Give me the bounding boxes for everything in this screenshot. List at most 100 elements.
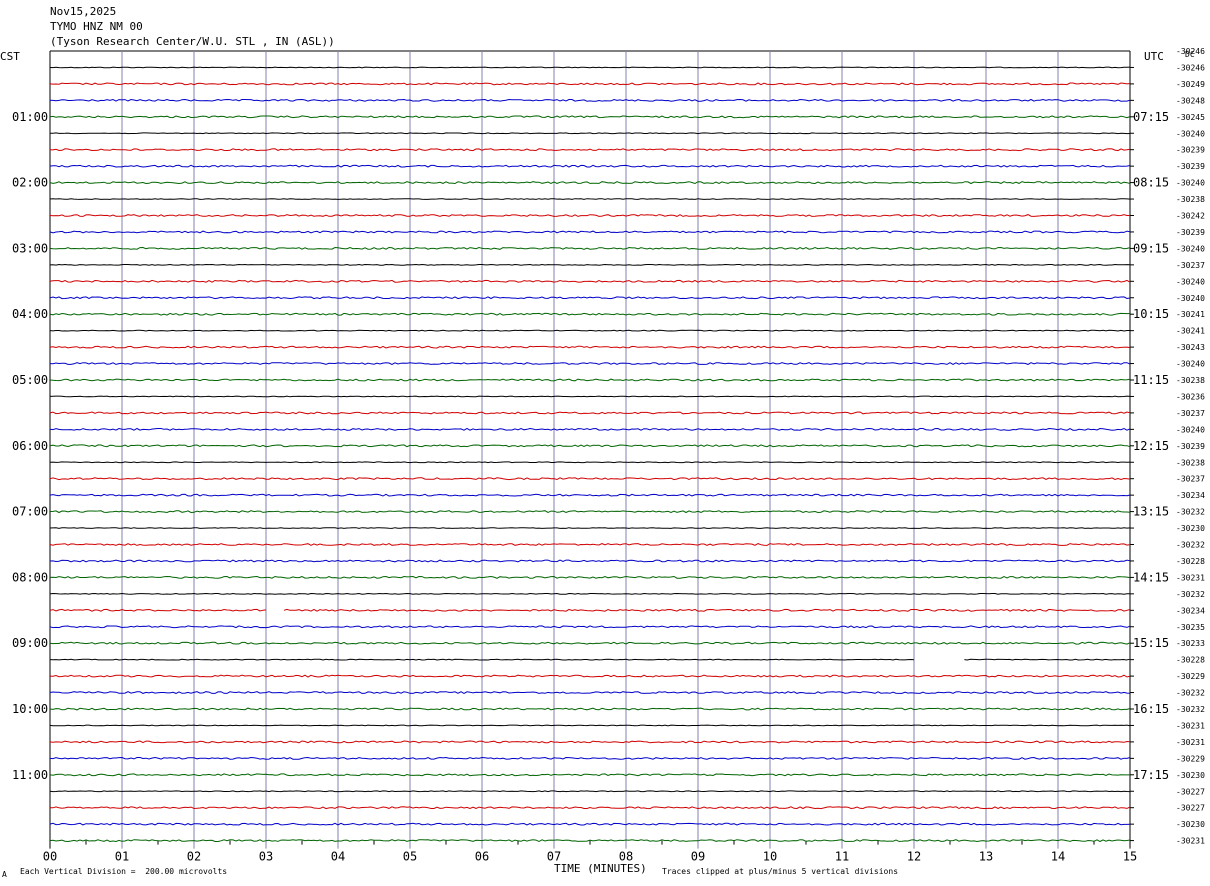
dc-offset-label: -30241	[1176, 327, 1205, 336]
dc-offset-label: -30230	[1176, 820, 1205, 829]
utc-hour-label: 07:15	[1133, 110, 1169, 124]
utc-hour-label: 14:15	[1133, 570, 1169, 584]
dc-offset-label: -30239	[1176, 146, 1205, 155]
seismic-trace	[49, 362, 1131, 365]
dc-offset-label: -30240	[1176, 179, 1205, 188]
x-axis-title: TIME (MINUTES)	[554, 862, 647, 875]
seismic-trace	[49, 198, 1131, 200]
seismic-trace	[49, 395, 1131, 398]
dc-offset-label: -30249	[1176, 80, 1205, 89]
seismic-trace	[49, 707, 1131, 711]
dc-offset-label: -30229	[1176, 754, 1205, 763]
dc-offset-label: -30239	[1176, 228, 1205, 237]
seismic-trace	[49, 740, 1131, 744]
seismic-trace	[49, 378, 1131, 382]
cst-hour-label: 09:00	[12, 636, 48, 650]
dc-offset-label: -30231	[1176, 837, 1205, 846]
dc-offset-label: -30232	[1176, 541, 1205, 550]
dc-offset-label: -30239	[1176, 162, 1205, 171]
dc-offset-label: -30230	[1176, 524, 1205, 533]
dc-offset-label: -30232	[1176, 590, 1205, 599]
dc-offset-label: -30238	[1176, 376, 1205, 385]
seismic-trace	[49, 674, 1131, 678]
dc-offset-label: -30227	[1176, 787, 1205, 796]
dc-offset-label: -30231	[1176, 573, 1205, 582]
x-tick-label: 09	[691, 850, 705, 864]
seismic-trace	[49, 148, 1131, 152]
seismic-trace	[49, 98, 1131, 102]
axis-labels: 00 01 02 03 04 05 06 07 08 09 10 11 12 13 14 15-30246-3…	[12, 47, 1205, 864]
plot-grid	[49, 50, 1134, 849]
seismic-trace	[49, 345, 1131, 349]
dc-offset-label: -30230	[1176, 771, 1205, 780]
dc-offset-label: -30240	[1176, 294, 1205, 303]
seismic-trace	[49, 82, 1131, 86]
dc-offset-label: -30246	[1176, 47, 1205, 56]
seismic-trace	[49, 608, 267, 612]
seismic-trace	[49, 181, 1131, 185]
seismic-trace	[49, 214, 1130, 217]
seismic-trace	[49, 773, 1130, 777]
dc-offset-label: -30236	[1176, 392, 1205, 401]
dc-offset-label: -30242	[1176, 212, 1205, 221]
cst-hour-label: 03:00	[12, 241, 48, 255]
cst-hour-label: 06:00	[12, 439, 48, 453]
utc-hour-label: 17:15	[1133, 768, 1169, 782]
seismic-trace	[49, 592, 1131, 595]
x-tick-label: 06	[475, 850, 489, 864]
x-tick-label: 11	[835, 850, 849, 864]
dc-offset-label: -30228	[1176, 656, 1205, 665]
seismic-trace	[49, 263, 1131, 266]
dc-offset-label: -30237	[1176, 409, 1205, 418]
dc-offset-label: -30240	[1176, 129, 1205, 138]
dc-offset-label: -30240	[1176, 277, 1205, 286]
x-tick-label: 00	[43, 850, 57, 864]
dc-offset-label: -30238	[1176, 195, 1205, 204]
x-tick-label: 01	[115, 850, 129, 864]
dc-offset-label: -30232	[1176, 689, 1205, 698]
x-tick-label: 12	[907, 850, 921, 864]
seismic-trace	[49, 132, 1131, 135]
x-tick-label: 04	[331, 850, 345, 864]
footer-marker: A	[2, 870, 7, 879]
seismic-trace	[49, 66, 1131, 69]
utc-hour-label: 11:15	[1133, 373, 1169, 387]
cst-hour-label: 02:00	[12, 176, 48, 190]
cst-hour-label: 04:00	[12, 307, 48, 321]
seismic-trace	[49, 279, 1131, 283]
seismic-trace	[49, 230, 1131, 234]
cst-hour-label: 08:00	[12, 570, 48, 584]
seismic-trace	[49, 625, 1131, 629]
seismic-trace	[49, 806, 1131, 810]
dc-offset-label: -30240	[1176, 425, 1205, 434]
cst-hour-label: 10:00	[12, 702, 48, 716]
x-tick-label: 02	[187, 850, 201, 864]
seismic-trace	[49, 296, 1131, 300]
seismic-trace	[49, 312, 1131, 316]
seismic-trace	[49, 790, 1131, 793]
dc-offset-label: -30233	[1176, 639, 1205, 648]
seismic-trace	[49, 575, 1131, 579]
cst-hour-label: 07:00	[12, 505, 48, 519]
x-tick-label: 10	[763, 850, 777, 864]
dc-offset-label: -30248	[1176, 96, 1205, 105]
dc-offset-label: -30231	[1176, 738, 1205, 747]
seismic-trace	[49, 461, 1131, 464]
dc-offset-label: -30234	[1176, 606, 1205, 615]
seismic-trace	[49, 724, 1131, 727]
dc-offset-label: -30240	[1176, 244, 1205, 253]
dc-offset-label: -30245	[1176, 113, 1205, 122]
seismic-trace	[49, 477, 1131, 481]
seismic-trace	[49, 691, 1131, 694]
seismic-trace	[964, 658, 1130, 661]
dc-offset-label: -30243	[1176, 343, 1205, 352]
dc-offset-label: -30232	[1176, 508, 1205, 517]
scale-note: Each Vertical Division = 200.00 microvol…	[20, 867, 228, 876]
dc-offset-label: -30246	[1176, 63, 1205, 72]
seismic-trace	[49, 527, 1131, 529]
utc-hour-label: 10:15	[1133, 307, 1169, 321]
utc-hour-label: 13:15	[1133, 505, 1169, 519]
dc-offset-label: -30237	[1176, 261, 1205, 270]
seismogram-plot: 00 01 02 03 04 05 06 07 08 09 10 11 12 13 14 15-30246-3…	[12, 47, 1205, 864]
trace-lines	[49, 66, 1131, 843]
